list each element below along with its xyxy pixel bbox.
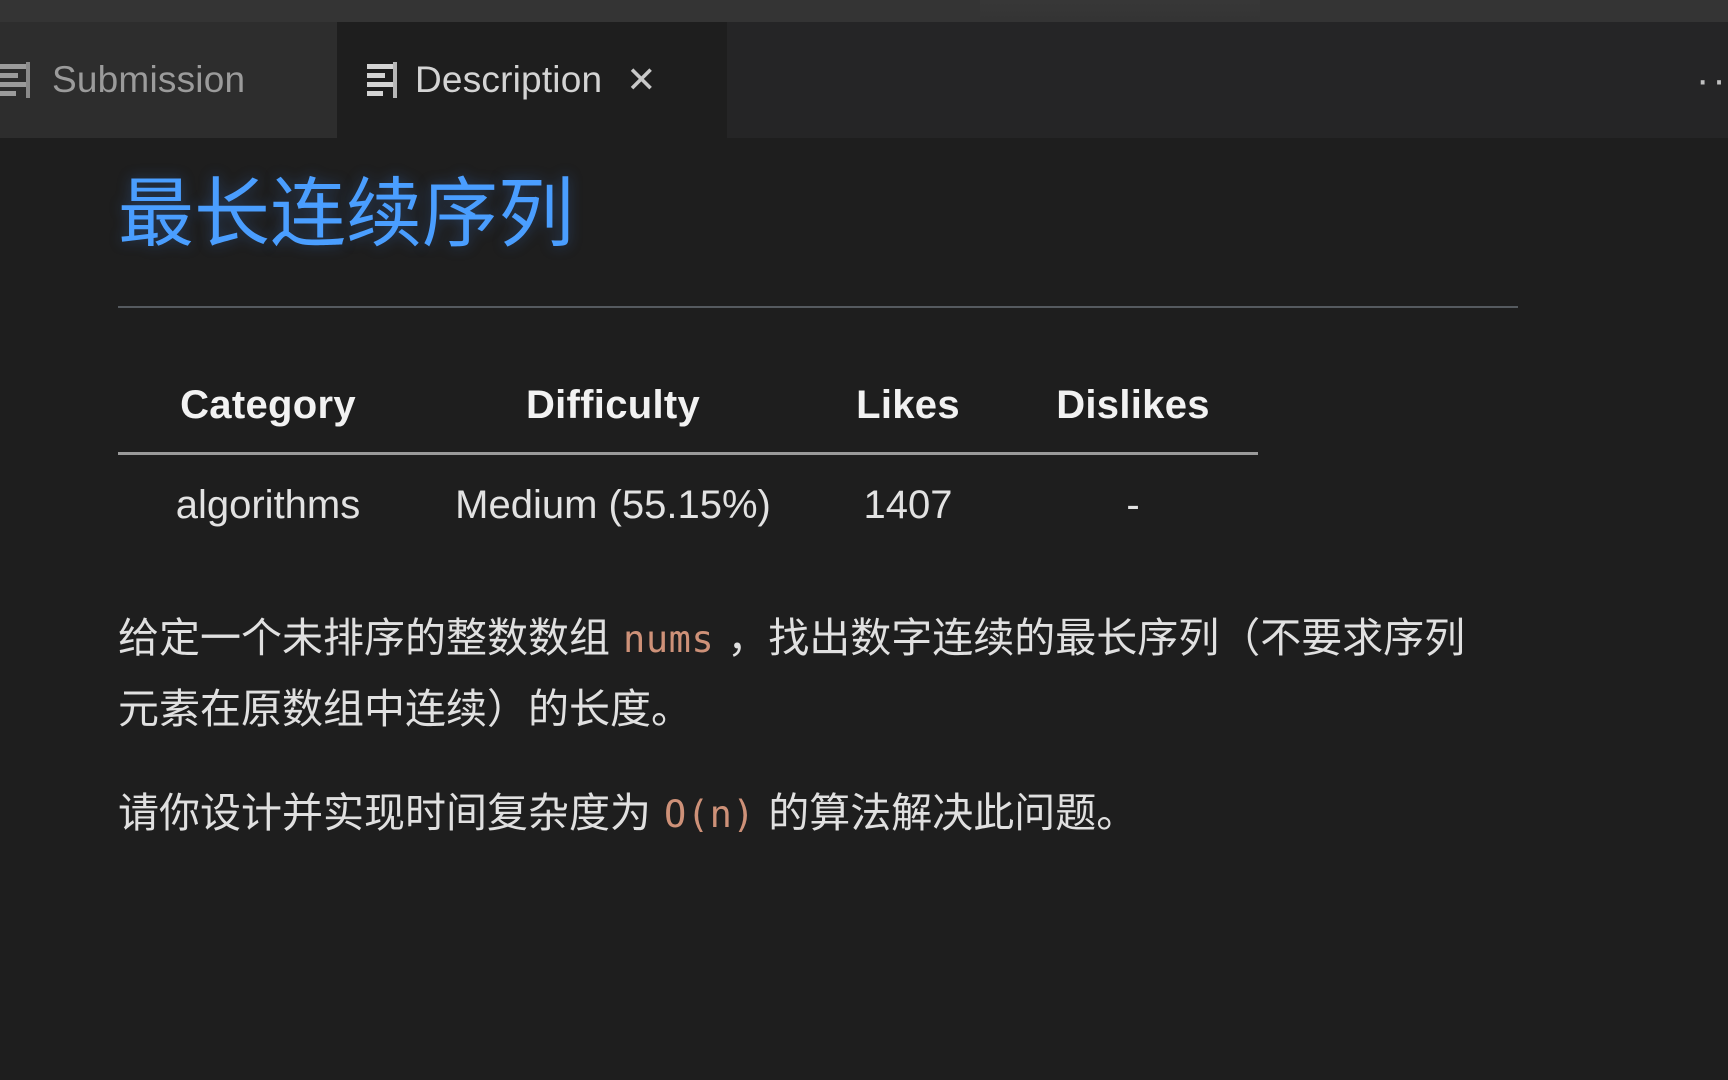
cell-dislikes: - [1126, 483, 1140, 527]
window-titlebar [0, 0, 1728, 22]
cell-category: algorithms [175, 483, 361, 527]
tab-description-label: Description [415, 59, 603, 100]
document-lines-icon [0, 62, 30, 98]
cell-likes: 1407 [863, 483, 953, 527]
description-paragraph-2: 请你设计并实现时间复杂度为 O(n) 的算法解决此问题。 [118, 778, 1478, 849]
column-header-difficulty: Difficulty [525, 383, 701, 427]
description-panel: 最长连续序列 Category Difficulty Likes Dislike… [0, 138, 1728, 1080]
column-header-category: Category [180, 383, 356, 427]
tab-description[interactable]: Description ✕ [337, 22, 727, 138]
paragraph-1-lead: 给定一个未排序的整数数组 [118, 614, 624, 662]
tab-submission[interactable]: Submission [0, 22, 337, 138]
close-icon[interactable]: ✕ [626, 62, 656, 98]
inline-code-complexity: O(n) [664, 793, 756, 836]
paragraph-2-tail: 的算法解决此问题。 [755, 789, 1138, 837]
problem-meta-table: Category Difficulty Likes Dislikes algor… [118, 383, 1258, 528]
document-lines-icon [367, 62, 397, 98]
editor-tab-bar: Submission Description ✕ ··· [0, 22, 1728, 138]
page-title: 最长连续序列 [118, 169, 574, 258]
column-header-dislikes: Dislikes [1056, 383, 1210, 427]
title-divider [118, 306, 1518, 308]
paragraph-2-lead: 请你设计并实现时间复杂度为 [118, 789, 665, 837]
inline-code-nums: nums [623, 618, 715, 661]
table-row: algorithms Medium (55.15%) 1407 - [118, 454, 1258, 529]
description-paragraph-1: 给定一个未排序的整数数组 nums ，找出数字连续的最长序列（不要求序列元素在原… [118, 603, 1478, 744]
cell-difficulty: Medium (55.15%) [455, 483, 771, 527]
tab-submission-label: Submission [52, 59, 246, 100]
tab-bar-empty-area: ··· [727, 22, 1728, 138]
titlebar-ghost-text [980, 0, 1260, 20]
more-actions-icon[interactable]: ··· [1696, 60, 1724, 100]
table-header-row: Category Difficulty Likes Dislikes [118, 383, 1258, 454]
column-header-likes: Likes [856, 383, 960, 427]
